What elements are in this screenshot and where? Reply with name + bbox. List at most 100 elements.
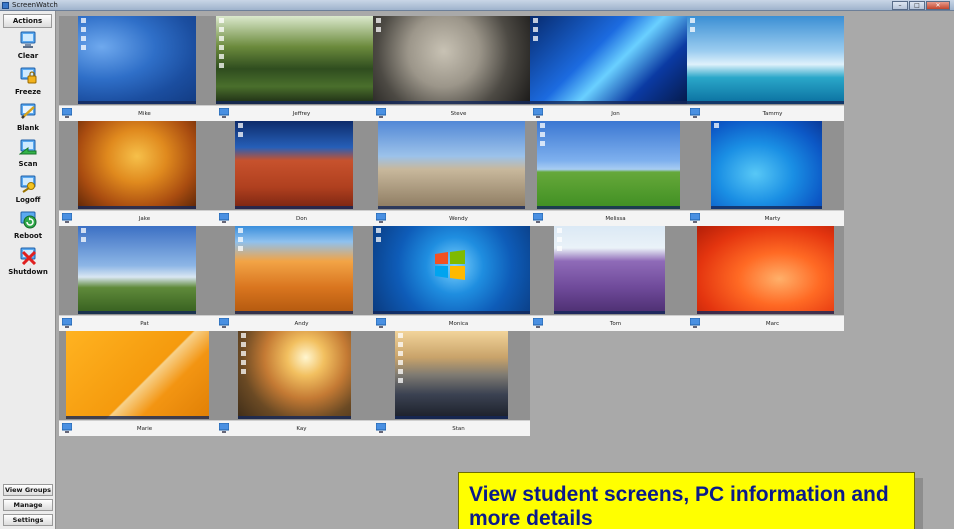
manage-button[interactable]: Manage: [3, 499, 53, 511]
logoff-button[interactable]: Logoff: [0, 175, 56, 209]
student-tile-don[interactable]: Don: [216, 121, 373, 226]
student-tile-jeffrey[interactable]: Jeffrey: [216, 16, 373, 121]
tile-label-bar: Don: [216, 210, 373, 226]
tile-label-bar: Andy: [216, 315, 373, 331]
tile-label-bar: Pat: [59, 315, 216, 331]
screen-preview: [711, 121, 822, 209]
screen-preview: [78, 16, 196, 104]
minimize-button[interactable]: –: [892, 1, 908, 10]
student-tile-marie[interactable]: Marie: [59, 331, 216, 436]
screen-preview: [78, 121, 196, 209]
reboot-button[interactable]: Reboot: [0, 211, 56, 245]
tile-label-bar: Monica: [373, 315, 530, 331]
pc-icon: [62, 423, 72, 433]
clear-label: Clear: [17, 52, 39, 60]
student-name: Stan: [452, 426, 465, 432]
student-tile-wendy[interactable]: Wendy: [373, 121, 530, 226]
shutdown-label: Shutdown: [8, 268, 48, 276]
windows-logo-icon: [435, 250, 465, 280]
student-name: Marc: [765, 321, 780, 327]
tile-label-bar: Wendy: [373, 210, 530, 226]
student-name: Mike: [138, 111, 151, 117]
pc-icon: [376, 108, 386, 118]
reboot-label: Reboot: [13, 232, 43, 240]
screen-preview: [373, 226, 530, 314]
settings-button[interactable]: Settings: [3, 514, 53, 526]
pc-icon: [62, 108, 72, 118]
blank-label: Blank: [16, 124, 40, 132]
pc-icon: [62, 213, 72, 223]
pc-icon: [219, 318, 229, 328]
pc-icon: [690, 108, 700, 118]
student-tile-jon[interactable]: Jon: [530, 16, 687, 121]
tile-label-bar: Jake: [59, 210, 216, 226]
view-groups-button[interactable]: View Groups: [3, 484, 53, 496]
student-tile-jake[interactable]: Jake: [59, 121, 216, 226]
screen-preview: [216, 16, 373, 104]
promo-text: View student screens, PC information and…: [469, 483, 889, 529]
screen-preview: [554, 226, 665, 314]
student-tile-andy[interactable]: Andy: [216, 226, 373, 331]
close-button[interactable]: ✕: [926, 1, 950, 10]
student-name: Jake: [138, 216, 151, 222]
student-tile-marc[interactable]: Marc: [687, 226, 844, 331]
maximize-button[interactable]: □: [909, 1, 925, 10]
pc-icon: [376, 213, 386, 223]
student-tile-mike[interactable]: Mike: [59, 16, 216, 121]
student-name: Andy: [294, 321, 309, 327]
student-name: Melissa: [605, 216, 626, 222]
tile-label-bar: Steve: [373, 105, 530, 121]
screen-preview: [697, 226, 834, 314]
tile-label-bar: Marc: [687, 315, 844, 331]
pc-icon: [533, 318, 543, 328]
pc-icon: [219, 108, 229, 118]
student-tile-marty[interactable]: Marty: [687, 121, 844, 226]
tile-label-bar: Marie: [59, 420, 216, 436]
reboot-icon: [20, 211, 37, 229]
pc-icon: [533, 108, 543, 118]
blank-button[interactable]: Blank: [0, 103, 56, 137]
student-tile-monica[interactable]: Monica: [373, 226, 530, 331]
pc-icon: [219, 423, 229, 433]
freeze-button[interactable]: Freeze: [0, 67, 56, 101]
tile-label-bar: Mike: [59, 105, 216, 121]
student-tile-tammy[interactable]: Tammy: [687, 16, 844, 121]
student-tile-kay[interactable]: Kay: [216, 331, 373, 436]
screen-preview: [235, 121, 353, 209]
tile-label-bar: Jon: [530, 105, 687, 121]
student-tile-melissa[interactable]: Melissa: [530, 121, 687, 226]
screen-preview: [66, 331, 209, 419]
screen-preview: [687, 16, 844, 104]
scan-label: Scan: [18, 160, 38, 168]
key-icon: [20, 175, 36, 193]
window-controls: – □ ✕: [891, 1, 950, 10]
student-name: Tom: [609, 321, 622, 327]
promo-callout: View student screens, PC information and…: [458, 472, 915, 529]
student-tile-steve[interactable]: Steve: [373, 16, 530, 121]
student-tile-tom[interactable]: Tom: [530, 226, 687, 331]
student-name: Marty: [764, 216, 781, 222]
screen-preview: [395, 331, 508, 419]
student-tile-stan[interactable]: Stan: [373, 331, 530, 436]
tile-label-bar: Marty: [687, 210, 844, 226]
tile-label-bar: Kay: [216, 420, 373, 436]
tile-label-bar: Tammy: [687, 105, 844, 121]
scan-button[interactable]: Scan: [0, 139, 56, 173]
student-name: Tammy: [762, 111, 783, 117]
screen-preview: [537, 121, 680, 209]
clear-button[interactable]: Clear: [0, 31, 56, 65]
student-name: Jeffrey: [292, 111, 311, 117]
student-name: Steve: [450, 111, 467, 117]
shutdown-icon: [20, 247, 37, 265]
pc-icon: [690, 213, 700, 223]
screen-preview: [530, 16, 687, 104]
pc-icon: [62, 318, 72, 328]
screen-preview: [238, 331, 351, 419]
student-tile-pat[interactable]: Pat: [59, 226, 216, 331]
student-name: Don: [295, 216, 308, 222]
monitor-scan-icon: [19, 139, 37, 155]
screen-preview: [373, 16, 530, 104]
shutdown-button[interactable]: Shutdown: [0, 247, 56, 281]
student-name: Marie: [136, 426, 153, 432]
student-name: Monica: [448, 321, 469, 327]
